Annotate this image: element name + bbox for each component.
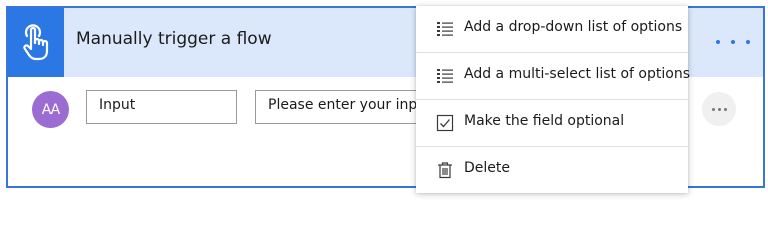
trigger-title: Manually trigger a flow — [76, 29, 272, 49]
input-row-more-button[interactable] — [702, 92, 736, 126]
menu-item-make-optional[interactable]: Make the field optional — [416, 100, 688, 146]
more-dot — [716, 40, 720, 44]
more-dot — [723, 107, 727, 111]
more-dot — [731, 40, 735, 44]
checkbox-icon — [436, 114, 454, 132]
avatar-text: AA — [41, 101, 61, 118]
list-icon — [437, 22, 453, 36]
input-type-avatar: AA — [32, 91, 69, 128]
menu-item-label: Make the field optional — [464, 113, 625, 129]
list-icon — [437, 69, 453, 83]
more-dot — [711, 107, 715, 111]
menu-item-label: Delete — [464, 160, 510, 176]
input-name-field[interactable]: Input — [86, 90, 237, 124]
context-menu: Add a drop-down list of options Add a mu… — [416, 6, 690, 193]
touch-hand-icon — [23, 23, 49, 60]
menu-item-dropdown-list[interactable]: Add a drop-down list of options — [416, 6, 688, 52]
more-dot — [717, 107, 721, 111]
header-more-button[interactable] — [716, 32, 750, 52]
trash-icon — [438, 162, 452, 179]
menu-item-label: Add a drop-down list of options — [464, 19, 683, 35]
menu-item-multi-select-list[interactable]: Add a multi-select list of options — [416, 53, 690, 99]
trigger-icon-box — [8, 8, 64, 77]
menu-item-label: Add a multi-select list of options — [464, 66, 690, 82]
more-dot — [746, 40, 750, 44]
menu-item-delete[interactable]: Delete — [416, 147, 688, 193]
